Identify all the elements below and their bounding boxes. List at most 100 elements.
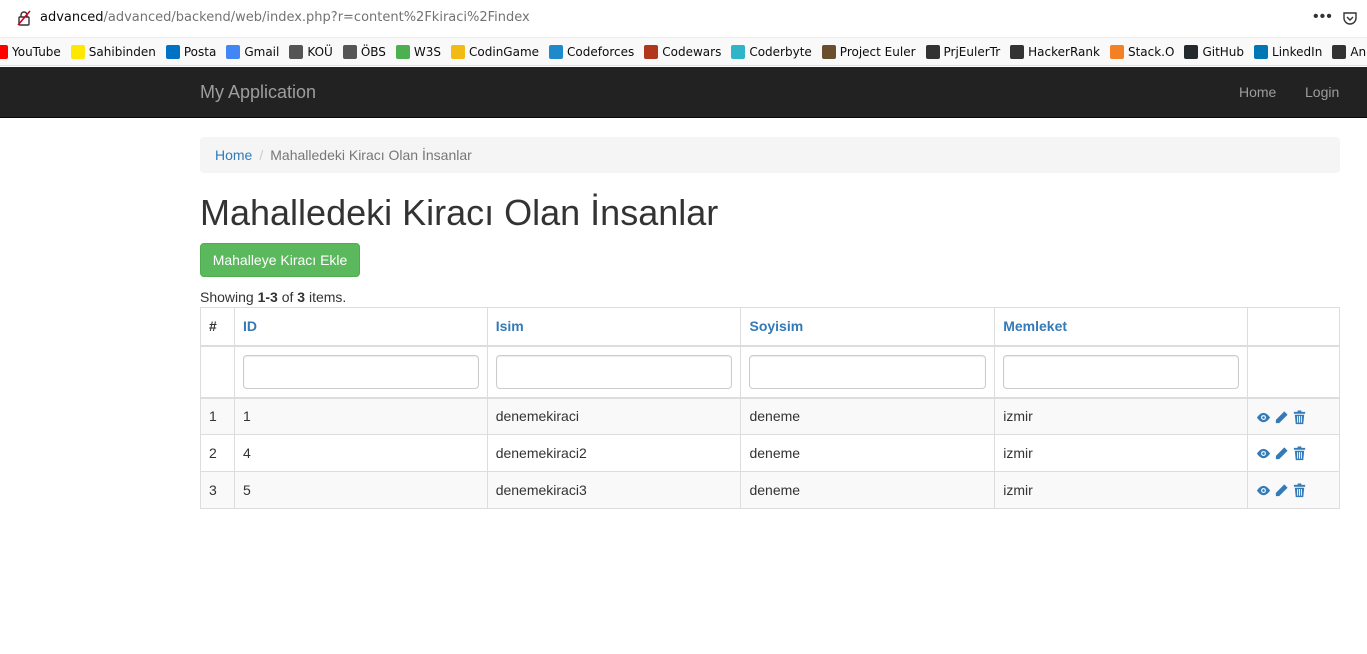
breadcrumb-home[interactable]: Home bbox=[215, 147, 252, 163]
sort-soyisim-link[interactable]: Soyisim bbox=[749, 318, 803, 334]
page-title: Mahalledeki Kiracı Olan İnsanlar bbox=[200, 192, 719, 233]
bookmark-item[interactable]: Sahibinden bbox=[70, 44, 156, 59]
bookmark-item[interactable]: Gmail bbox=[226, 44, 280, 59]
bookmark-label: W3S bbox=[413, 44, 442, 59]
eye-icon[interactable] bbox=[1256, 483, 1271, 498]
codeforces-icon bbox=[549, 44, 564, 59]
pencil-icon[interactable] bbox=[1274, 446, 1289, 461]
bookmark-label: Codewars bbox=[662, 44, 722, 59]
bookmark-item[interactable]: GitHub bbox=[1184, 44, 1245, 59]
table-cell: denemekiraci3 bbox=[486, 471, 742, 509]
table-cell: deneme bbox=[740, 434, 996, 472]
row-actions bbox=[1247, 471, 1340, 509]
nav-login-link[interactable]: Login bbox=[1305, 84, 1339, 100]
trash-icon[interactable] bbox=[1292, 483, 1307, 498]
table-cell: 1 bbox=[200, 397, 235, 435]
bookmark-label: Posta bbox=[183, 44, 217, 59]
browser-url-bar[interactable]: advanced/advanced/backend/web/index.php?… bbox=[0, 0, 1367, 38]
anket-icon bbox=[1332, 44, 1347, 59]
obs-icon bbox=[342, 44, 357, 59]
table-cell: denemekiraci2 bbox=[486, 434, 742, 472]
bookmark-label: PrjEulerTr bbox=[943, 44, 1001, 59]
bookmark-item[interactable]: Stack.O bbox=[1109, 44, 1174, 59]
bookmark-item[interactable]: ÖBS bbox=[342, 44, 386, 59]
table-cell: izmir bbox=[994, 397, 1248, 435]
bookmark-item[interactable]: Anket bbox=[1332, 44, 1367, 59]
bookmark-item[interactable]: Posta bbox=[165, 44, 217, 59]
pencil-icon[interactable] bbox=[1274, 483, 1289, 498]
table-row: 3 5 denemekiraci3 deneme izmir bbox=[200, 471, 1340, 509]
insecure-lock-icon[interactable] bbox=[16, 10, 32, 26]
codewars-icon bbox=[644, 44, 659, 59]
bookmark-item[interactable]: Codeforces bbox=[549, 44, 634, 59]
column-header-memleket: Memleket bbox=[994, 307, 1248, 347]
trash-icon[interactable] bbox=[1292, 410, 1307, 425]
table-cell: 3 bbox=[200, 471, 235, 509]
url-text[interactable]: advanced/advanced/backend/web/index.php?… bbox=[40, 10, 530, 25]
eye-icon[interactable] bbox=[1256, 446, 1271, 461]
bookmark-label: Anket bbox=[1350, 44, 1367, 59]
bookmark-item[interactable]: Coderbyte bbox=[731, 44, 812, 59]
sort-memleket-link[interactable]: Memleket bbox=[1003, 318, 1067, 334]
filter-id-input[interactable] bbox=[242, 354, 479, 389]
table-cell: 1 bbox=[233, 397, 488, 435]
kou-icon bbox=[289, 44, 304, 59]
pencil-icon[interactable] bbox=[1274, 410, 1289, 425]
bookmark-item[interactable]: KOÜ bbox=[289, 44, 333, 59]
sort-isim-link[interactable]: Isim bbox=[496, 318, 524, 334]
pocket-icon[interactable] bbox=[1342, 10, 1358, 26]
table-cell: deneme bbox=[740, 471, 996, 509]
bookmarks-bar: YouTube Sahibinden Posta Gmail KOÜ ÖBS W3S Codi… bbox=[0, 38, 1367, 66]
bookmark-item[interactable]: CodinGame bbox=[451, 44, 540, 59]
bookmark-label: CodinGame bbox=[469, 44, 540, 59]
eye-icon[interactable] bbox=[1256, 410, 1271, 425]
add-tenant-button[interactable]: Mahalleye Kiracı Ekle bbox=[200, 243, 360, 277]
table-cell: 5 bbox=[233, 471, 488, 509]
bookmark-label: Coderbyte bbox=[749, 44, 812, 59]
filter-memleket-input[interactable] bbox=[1003, 354, 1239, 389]
summary-suffix: items. bbox=[305, 289, 347, 305]
nav-home-link[interactable]: Home bbox=[1239, 84, 1276, 100]
bookmark-label: LinkedIn bbox=[1272, 44, 1323, 59]
coderbyte-icon bbox=[731, 44, 746, 59]
filter-cell-memleket bbox=[994, 345, 1248, 399]
filter-soyisim-input[interactable] bbox=[749, 354, 987, 389]
google-icon bbox=[226, 44, 241, 59]
navbar-brand[interactable]: My Application bbox=[200, 82, 316, 103]
bookmark-item[interactable]: HackerRank bbox=[1010, 44, 1100, 59]
github-icon bbox=[1184, 44, 1199, 59]
bookmark-label: YouTube bbox=[12, 44, 61, 59]
bookmark-label: GitHub bbox=[1202, 44, 1245, 59]
globe-icon bbox=[925, 44, 940, 59]
bookmark-item[interactable]: LinkedIn bbox=[1254, 44, 1323, 59]
table-cell: denemekiraci bbox=[486, 397, 742, 435]
bookmark-item[interactable]: YouTube bbox=[0, 44, 61, 59]
bookmark-item[interactable]: Project Euler bbox=[821, 44, 916, 59]
breadcrumb-current: Mahalledeki Kiracı Olan İnsanlar bbox=[270, 147, 472, 163]
tenants-table: # ID Isim Soyisim Memleket 1 1 denemekirac… bbox=[200, 307, 1340, 509]
url-host: advanced bbox=[40, 10, 104, 25]
sort-id-link[interactable]: ID bbox=[243, 318, 257, 334]
bookmark-item[interactable]: PrjEulerTr bbox=[925, 44, 1001, 59]
w3schools-icon bbox=[395, 44, 410, 59]
bookmark-item[interactable]: W3S bbox=[395, 44, 442, 59]
bookmark-label: Project Euler bbox=[839, 44, 916, 59]
table-header-row: # ID Isim Soyisim Memleket bbox=[200, 307, 1340, 347]
filter-cell-isim bbox=[486, 345, 742, 399]
outlook-icon bbox=[165, 44, 180, 59]
bookmark-item[interactable]: Codewars bbox=[644, 44, 722, 59]
bookmark-label: Gmail bbox=[244, 44, 280, 59]
table-row: 1 1 denemekiraci deneme izmir bbox=[200, 397, 1340, 435]
trash-icon[interactable] bbox=[1292, 446, 1307, 461]
summary-prefix: Showing bbox=[200, 289, 258, 305]
stackoverflow-icon bbox=[1109, 44, 1124, 59]
codingame-icon bbox=[451, 44, 466, 59]
page-actions-button[interactable]: ••• bbox=[1313, 8, 1333, 26]
summary-total: 3 bbox=[297, 289, 306, 305]
table-cell: 4 bbox=[233, 434, 488, 472]
grid-summary: Showing 1-3 of 3 items. bbox=[200, 289, 346, 305]
table-filter-row bbox=[200, 345, 1340, 399]
column-header-index: # bbox=[200, 307, 235, 347]
filter-isim-input[interactable] bbox=[495, 354, 733, 389]
filter-cell-soyisim bbox=[740, 345, 996, 399]
